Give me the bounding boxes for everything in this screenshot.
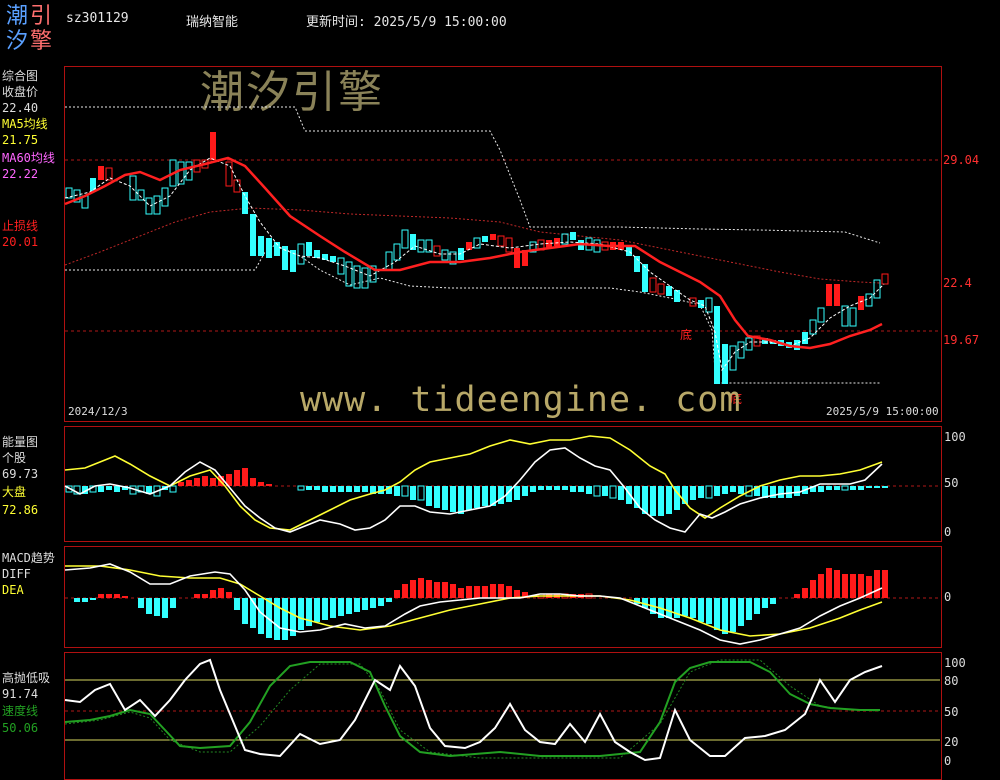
energy-panel-title: 能量图 — [2, 435, 39, 449]
energy-stock-value: 69.73 — [2, 467, 39, 481]
hl-scale-100: 100 — [944, 656, 966, 670]
ma-red-line — [64, 156, 883, 350]
energy-scale-50: 50 — [944, 476, 959, 490]
watermark-url: www. tideengine. com — [300, 380, 742, 420]
upper-band-line — [65, 106, 881, 244]
hl-value-line — [64, 658, 883, 762]
energy-market-value: 72.86 — [2, 503, 39, 517]
candles — [65, 132, 889, 384]
start-date: 2024/12/3 — [68, 405, 128, 418]
end-date: 2025/5/9 15:00:00 — [826, 405, 939, 418]
level-label-low: 19.67 — [943, 333, 980, 347]
hl-speed-label: 速度线 — [2, 704, 39, 718]
ma5-value: 21.75 — [2, 133, 39, 147]
close-label: 收盘价 — [2, 85, 39, 99]
energy-stock-label: 个股 — [2, 451, 27, 465]
hl-scale-0: 0 — [944, 754, 952, 768]
lower-band-line — [65, 244, 880, 384]
hl-speed-dashed — [64, 659, 881, 759]
ma60-line — [64, 207, 881, 284]
level-label-current: 22.4 — [943, 276, 972, 290]
stop-value: 20.01 — [2, 235, 39, 249]
macd-panel-title: MACD趋势 — [2, 551, 55, 565]
level-label-high: 29.04 — [943, 153, 980, 167]
hl-speed-line — [64, 661, 880, 758]
macd-scale-0: 0 — [944, 590, 952, 604]
energy-scale-100: 100 — [944, 430, 966, 444]
hl-scale-50: 50 — [944, 705, 959, 719]
hl-scale-80: 80 — [944, 674, 959, 688]
hl-panel-title: 高抛低吸 — [2, 671, 51, 685]
dea-label: DEA — [2, 583, 24, 597]
hl-speed-value: 50.06 — [2, 721, 39, 735]
main-panel-title: 综合图 — [2, 69, 39, 83]
ma60-value: 22.22 — [2, 167, 39, 181]
close-value: 22.40 — [2, 101, 39, 115]
diff-label: DIFF — [2, 567, 31, 581]
ma60-label: MA60均线 — [2, 151, 55, 165]
ma5-label: MA5均线 — [2, 117, 48, 131]
energy-market-label: 大盘 — [2, 485, 27, 499]
stop-label: 止损线 — [2, 219, 39, 233]
bottom-marker: 底 — [680, 328, 693, 342]
hl-value: 91.74 — [2, 687, 39, 701]
energy-scale-0: 0 — [944, 525, 952, 539]
hl-scale-20: 20 — [944, 735, 959, 749]
